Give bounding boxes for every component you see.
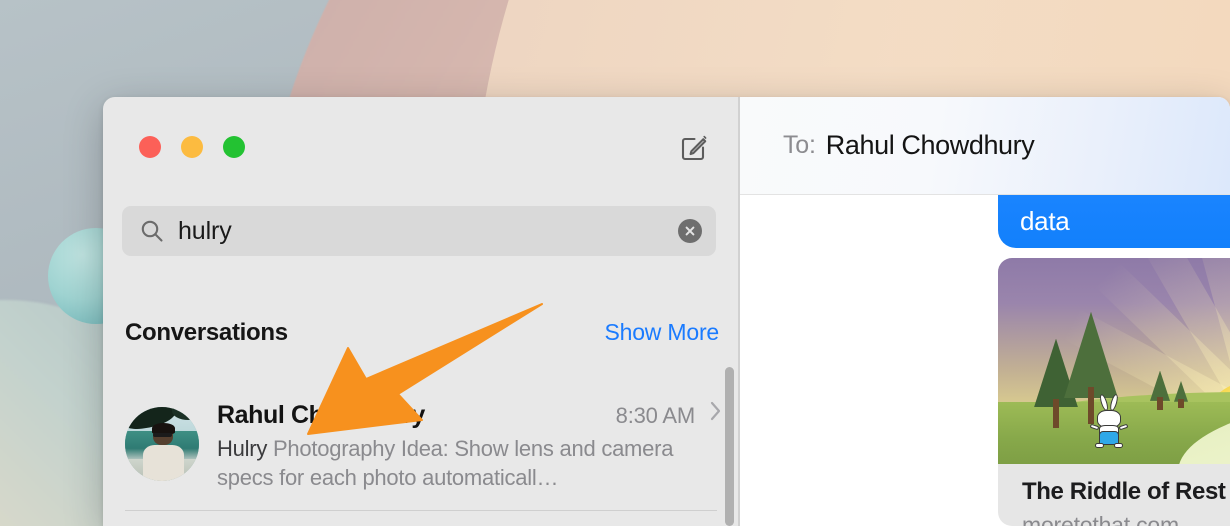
conversation-preview-sender: Hulry xyxy=(217,436,268,461)
conversation-preview: Hulry Photography Idea: Show lens and ca… xyxy=(217,434,725,492)
chevron-right-icon[interactable] xyxy=(709,399,723,428)
conversation-top-line: Rahul Chowdhury 8:30 AM xyxy=(217,399,725,430)
minimize-button[interactable] xyxy=(181,136,203,158)
link-preview-domain: moretothat.com xyxy=(1022,512,1179,526)
message-bubble-text: data xyxy=(1020,206,1070,236)
list-divider xyxy=(125,510,717,511)
window-titlebar xyxy=(103,97,740,166)
conversation-preview-text: Photography Idea: Show lens and camera s… xyxy=(217,436,674,490)
link-preview-title: The Riddle of Rest xyxy=(1022,478,1226,505)
close-button[interactable] xyxy=(139,136,161,158)
conversation-sender-name: Rahul Chowdhury xyxy=(217,401,425,429)
compose-pencil-square-icon xyxy=(681,135,707,161)
show-more-link[interactable]: Show More xyxy=(604,319,719,346)
conversation-text: Rahul Chowdhury 8:30 AM Hulry Photograph… xyxy=(217,387,725,507)
search-icon xyxy=(141,220,163,242)
character-illustration xyxy=(1089,393,1129,450)
sidebar-panel: Conversations Show More Rahul Chowdhury … xyxy=(103,97,740,526)
window-controls xyxy=(139,136,245,158)
message-bubble-outgoing[interactable]: data xyxy=(998,195,1230,248)
to-recipient[interactable]: Rahul Chowdhury xyxy=(826,130,1035,161)
search-field[interactable] xyxy=(122,206,716,256)
zoom-button[interactable] xyxy=(223,136,245,158)
link-preview-card[interactable]: The Riddle of Rest moretothat.com xyxy=(998,258,1230,526)
message-content-panel: To: Rahul Chowdhury data The Riddle of R… xyxy=(740,97,1230,526)
to-field-header[interactable]: To: Rahul Chowdhury xyxy=(740,97,1230,195)
search-clear-button[interactable] xyxy=(678,219,702,243)
search-input[interactable] xyxy=(178,216,648,246)
conversation-row[interactable]: Rahul Chowdhury 8:30 AM Hulry Photograph… xyxy=(125,387,725,507)
link-preview-image xyxy=(998,258,1230,464)
conversations-header: Conversations Show More xyxy=(125,319,719,347)
clear-circle-x-icon xyxy=(685,226,695,236)
page-title: Conversations xyxy=(125,319,288,346)
sidebar-scrollbar-thumb[interactable] xyxy=(725,367,734,526)
sidebar-scrollbar[interactable] xyxy=(725,367,734,526)
mail-window: Conversations Show More Rahul Chowdhury … xyxy=(103,97,1230,526)
link-preview-meta: The Riddle of Rest moretothat.com xyxy=(998,464,1230,526)
conversation-timestamp: 8:30 AM xyxy=(615,403,696,428)
compose-button[interactable] xyxy=(675,129,713,167)
to-label: To: xyxy=(783,131,816,159)
avatar xyxy=(125,407,199,481)
